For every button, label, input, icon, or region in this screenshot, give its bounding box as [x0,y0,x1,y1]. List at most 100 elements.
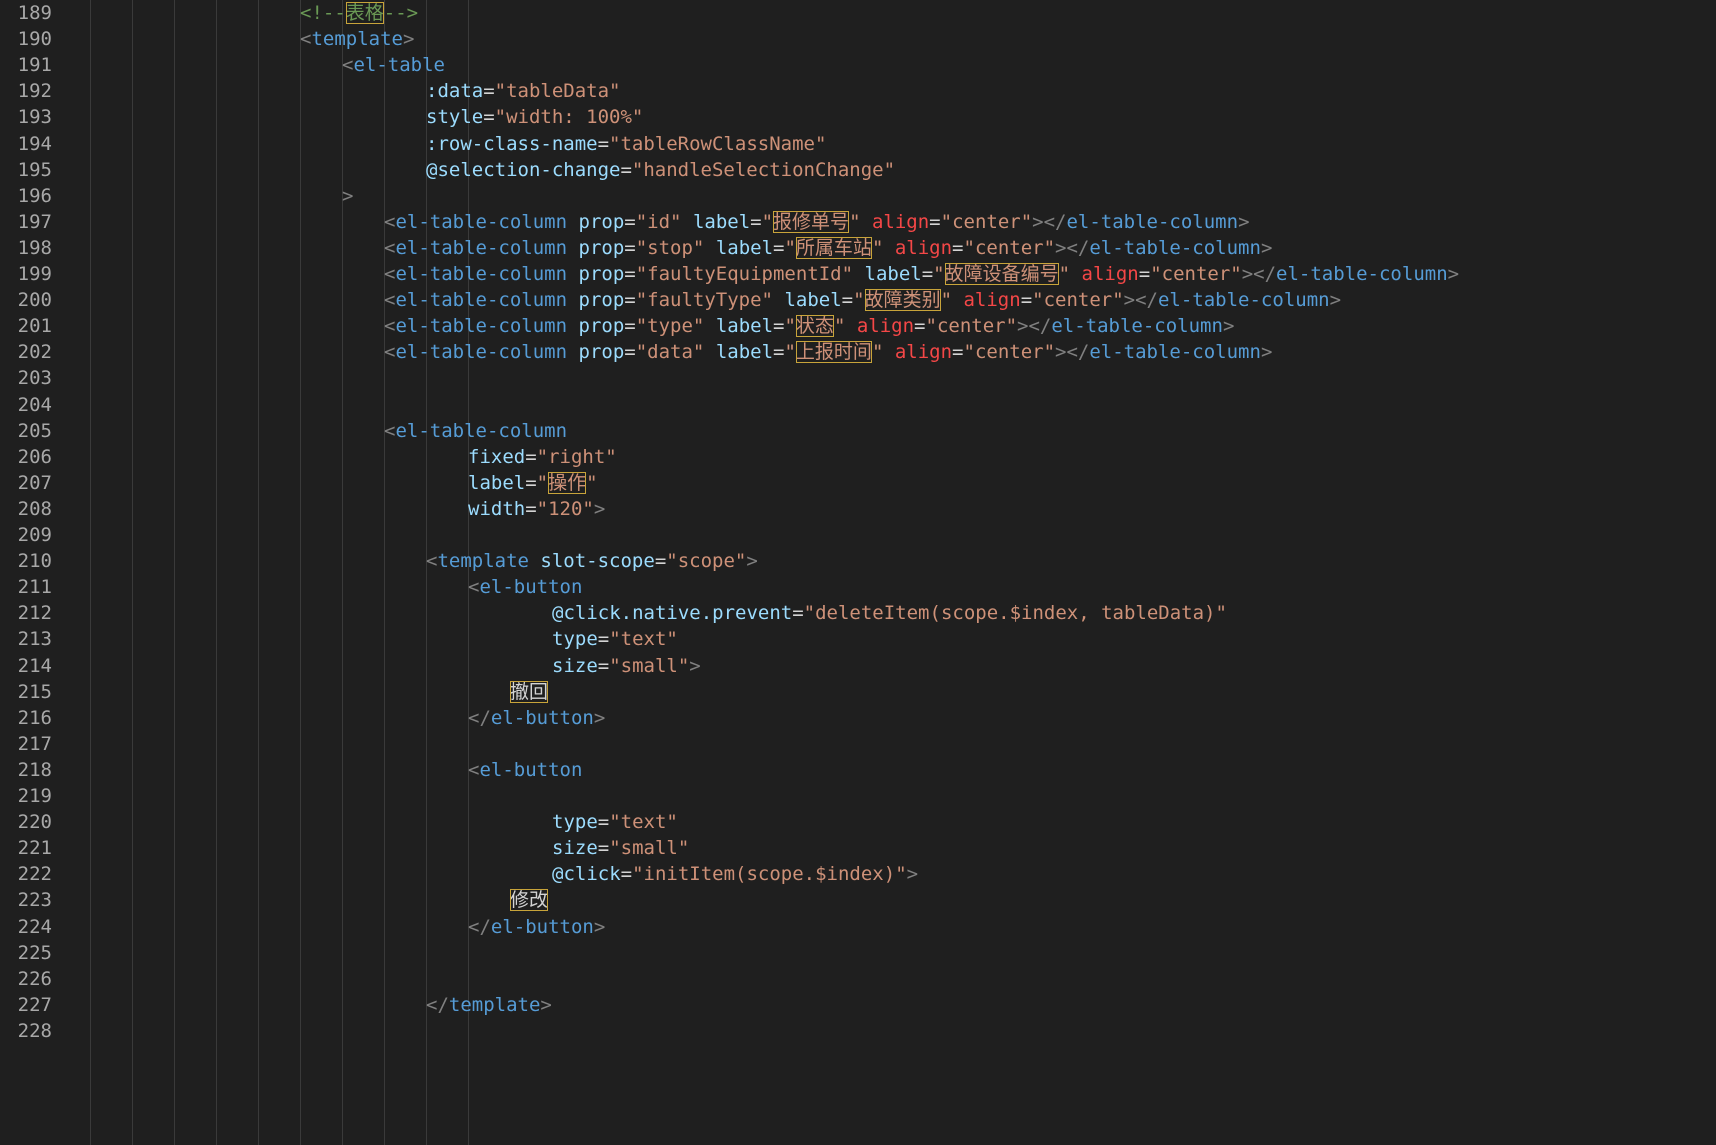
code-line[interactable]: 219 [0,783,1716,809]
code-line[interactable]: 215 撤回 [0,679,1716,705]
code-line[interactable]: 206 fixed="right" [0,444,1716,470]
line-code: <template> [300,26,414,52]
code-line[interactable]: 208 width="120"> [0,496,1716,522]
code-line[interactable]: 207 label="操作" [0,470,1716,496]
code-token: "data" [635,341,705,364]
code-token: > [689,654,701,677]
line-code: label="操作" [468,470,598,496]
code-line[interactable]: 228 [0,1018,1716,1044]
code-line[interactable]: 213 type="text" [0,626,1716,652]
code-token: ></ [1032,210,1067,233]
line-code: type="text" [552,809,678,835]
code-token: " [536,471,549,494]
line-code: <el-table-column prop="faultyEquipmentId… [384,261,1459,287]
line-code: <el-button [468,757,582,783]
code-token: style [426,106,484,129]
code-line[interactable]: 194:row-class-name="tableRowClassName" [0,131,1716,157]
code-token: "text" [609,628,678,651]
code-line[interactable]: 227 </template> [0,992,1716,1018]
line-code: <el-button [468,574,582,600]
code-editor[interactable]: 189 <!--表格--> 190 <template> 191 <el-table 192… [0,0,1716,1145]
code-line[interactable]: 204 [0,392,1716,418]
code-token: > [593,915,606,938]
code-token: " [871,341,884,364]
line-number: 200 [17,289,52,312]
line-number: 197 [17,210,52,233]
code-line[interactable]: 200 <el-table-column prop="faultyType" la… [0,287,1716,313]
code-token: "id" [635,210,682,233]
line-code: :data="tableData" [426,78,621,104]
code-token: "center" [963,341,1056,364]
code-line[interactable]: 214 size="small"> [0,653,1716,679]
line-number: 210 [17,550,52,573]
code-token: "width: 100%" [494,106,644,129]
code-line[interactable]: 192:data="tableData" [0,78,1716,104]
code-token: "center" [1150,263,1242,285]
code-line[interactable]: 199 <el-table-column prop="faultyEquipmen… [0,261,1716,287]
line-number: 219 [17,785,52,807]
code-token: = [914,315,926,338]
code-line[interactable]: 203 [0,365,1716,391]
line-number: 227 [17,993,52,1016]
code-line[interactable]: 197 <el-table-column prop="id" label="报修单… [0,209,1716,235]
code-line[interactable]: 198 <el-table-column prop="stop" label="所… [0,235,1716,261]
code-token: "tableData" [494,80,621,103]
code-token: el-table-column [1089,236,1261,259]
line-code: fixed="right" [468,444,617,470]
code-line[interactable]: 220 type="text" [0,809,1716,835]
code-token: " [853,289,865,312]
code-token: "small" [609,654,690,677]
line-number: 214 [17,654,52,677]
code-line[interactable]: 202 <el-table-column prop="data" label="上… [0,339,1716,365]
code-line[interactable]: 218 <el-button [0,757,1716,783]
code-token: < [384,289,396,312]
code-line[interactable]: 189 <!--表格--> [0,0,1716,26]
code-token: = [483,80,495,103]
code-token: "center" [925,315,1018,338]
code-token: align [894,341,953,364]
code-line[interactable]: 225 [0,940,1716,966]
line-number: 207 [17,471,52,494]
code-token: = [624,263,636,285]
code-token: "center" [1032,289,1124,312]
code-line[interactable]: 226 [0,966,1716,992]
code-line[interactable]: 222 @click="initItem(scope.$index)"> [0,861,1716,887]
code-token: </ [426,993,449,1016]
code-token: = [750,210,762,233]
code-line[interactable]: 211 <el-button [0,574,1716,600]
code-line[interactable]: 201 <el-table-column prop="type" label="状… [0,313,1716,339]
code-line[interactable]: 205 <el-table-column [0,418,1716,444]
code-token: = [654,550,667,573]
code-line[interactable]: 223 修改 [0,887,1716,913]
code-line[interactable]: 221 size="small" [0,835,1716,861]
code-token: prop [578,210,625,233]
code-token: " [933,263,945,285]
code-token: = [952,236,964,259]
code-token: > [1260,341,1273,364]
code-line[interactable]: 190 <template> [0,26,1716,52]
code-line[interactable]: 224 </el-button> [0,914,1716,940]
code-token: < [468,758,480,781]
code-token: = [525,445,537,468]
code-line[interactable]: 216 </el-button> [0,705,1716,731]
code-line[interactable]: 191 <el-table [0,52,1716,78]
code-line[interactable]: 193 style="width: 100%" [0,104,1716,130]
code-line[interactable]: 212 @click.native.prevent="deleteItem(sco… [0,600,1716,626]
code-token: :row-class-name [426,132,598,155]
code-line[interactable]: 196 > [0,183,1716,209]
line-code: <el-table-column prop="data" label="上报时间… [384,339,1272,365]
code-line[interactable]: 217 [0,731,1716,757]
code-token: ></ [1017,315,1052,338]
code-line[interactable]: 209 [0,522,1716,548]
code-token: label [715,236,774,259]
code-token: = [1020,289,1033,312]
cjk-text-token: 故障类别 [864,289,941,312]
code-token: = [773,341,785,364]
code-line[interactable]: 210 <template slot-scope="scope"> [0,548,1716,574]
code-token: template [448,993,541,1016]
code-line[interactable]: 195 @selection-change="handleSelectionCha… [0,157,1716,183]
